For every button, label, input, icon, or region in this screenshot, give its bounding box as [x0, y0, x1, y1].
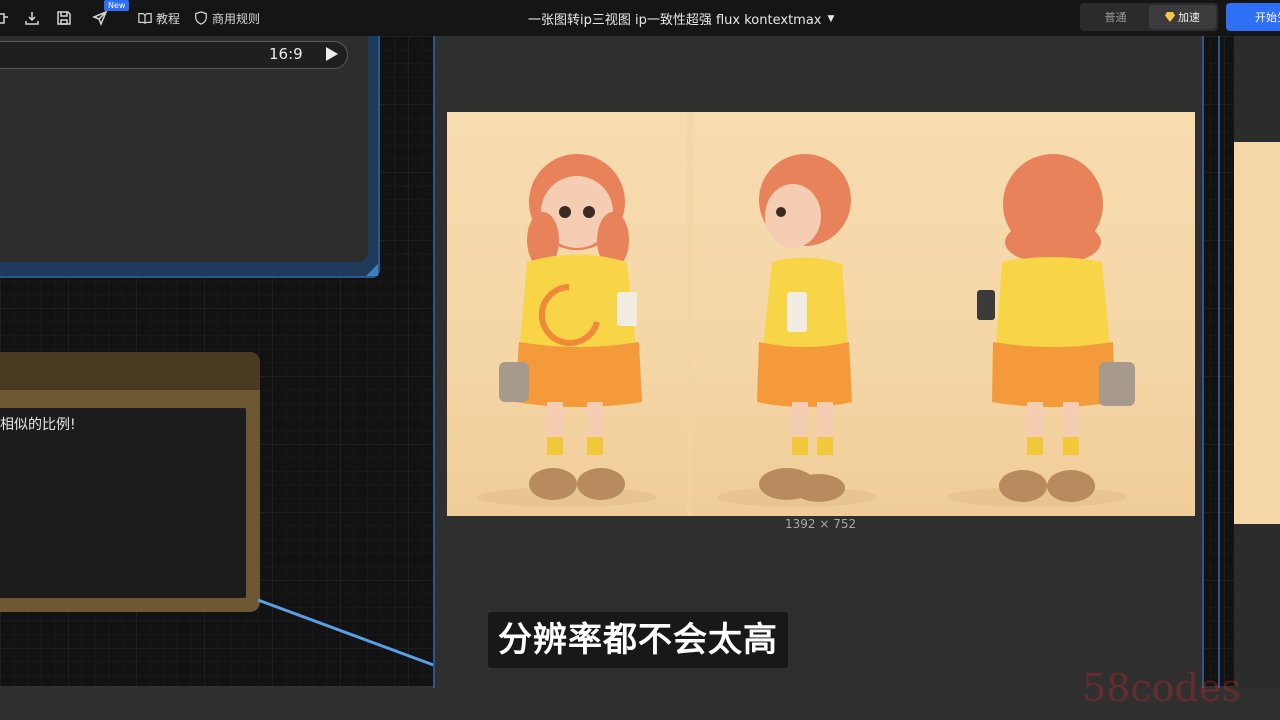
- commercial-rules-link[interactable]: 商用规则: [194, 9, 260, 27]
- note-text: 相似的比例!: [0, 417, 76, 433]
- side-preview-image: [1234, 142, 1280, 524]
- commercial-rules-label: 商用规则: [212, 11, 261, 26]
- node-edge-line: [1218, 36, 1220, 688]
- mode-fast-label: 加速: [1178, 11, 1200, 24]
- side-node-lower: [1234, 524, 1280, 688]
- note-node-header[interactable]: [0, 352, 260, 390]
- start-generate-label: 开始生: [1255, 11, 1280, 24]
- mode-normal-option[interactable]: 普通: [1082, 5, 1149, 29]
- app-root: 16:9 相似的比例! 1392 × 752 分辨率都不会太高 58codes …: [0, 0, 1280, 720]
- character-front: [499, 154, 642, 500]
- share-icon[interactable]: [0, 8, 12, 28]
- publish-icon[interactable]: [90, 8, 110, 28]
- save-icon[interactable]: [54, 8, 74, 28]
- character-back: [977, 154, 1135, 502]
- video-subtitle: 分辨率都不会太高: [488, 612, 788, 668]
- start-generate-button[interactable]: 开始生: [1226, 3, 1280, 31]
- shield-icon: [195, 11, 207, 25]
- mode-normal-label: 普通: [1104, 11, 1127, 24]
- tutorial-link[interactable]: 教程: [138, 9, 180, 27]
- download-icon[interactable]: [22, 8, 42, 28]
- note-textarea[interactable]: [0, 408, 246, 598]
- caret-down-icon: ▼: [827, 13, 835, 24]
- mode-fast-option[interactable]: 加速: [1149, 5, 1216, 29]
- speed-mode-toggle[interactable]: 普通 加速: [1080, 3, 1218, 31]
- image-dimensions: 1392 × 752: [785, 517, 857, 531]
- aspect-ratio-value: 16:9: [269, 45, 303, 63]
- tutorial-label: 教程: [156, 11, 181, 26]
- preview-image[interactable]: [447, 112, 1195, 516]
- book-icon: [138, 13, 152, 24]
- watermark: 58codes: [1082, 666, 1241, 710]
- new-badge: New: [104, 0, 130, 11]
- workflow-title-dropdown[interactable]: 一张图转ip三视图 ip一致性超强 flux kontextmax ▼: [528, 9, 834, 28]
- diamond-icon: [1165, 12, 1175, 22]
- workflow-title: 一张图转ip三视图 ip一致性超强 flux kontextmax: [528, 13, 822, 28]
- side-node: [1234, 36, 1280, 142]
- top-toolbar: New 教程 商用规则 一张图转ip三视图 ip一致性超强 flux konte…: [0, 0, 1280, 36]
- character-turnaround-image: [477, 112, 1135, 516]
- play-icon[interactable]: [326, 47, 338, 61]
- aspect-node[interactable]: [0, 36, 368, 262]
- resize-handle[interactable]: [366, 264, 378, 276]
- character-side: [757, 154, 852, 502]
